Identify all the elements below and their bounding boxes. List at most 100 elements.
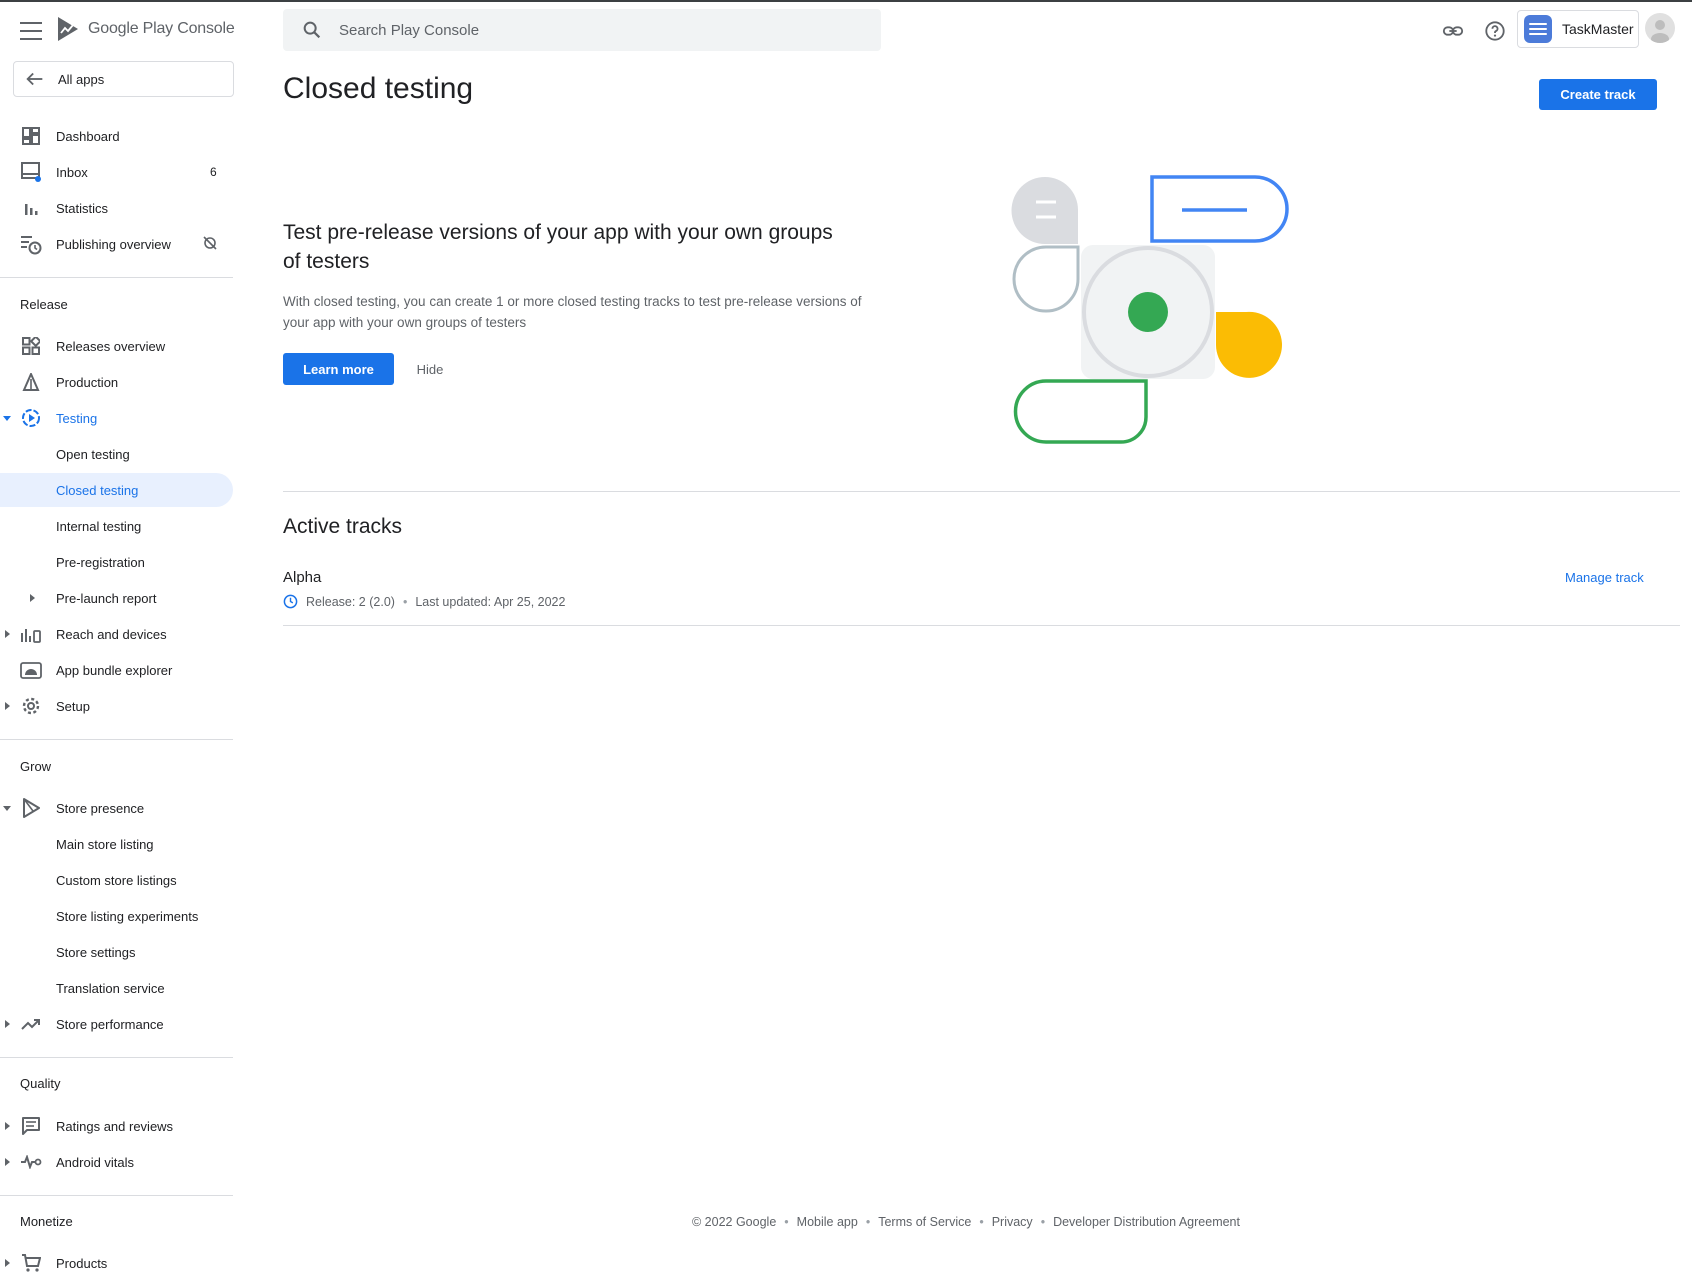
footer-separator: • <box>865 1215 871 1229</box>
all-apps-button[interactable]: All apps <box>13 61 234 97</box>
releases-overview-icon <box>20 335 42 357</box>
search-icon <box>303 21 321 39</box>
sidebar-item-pre-registration[interactable]: Pre-registration <box>0 545 233 579</box>
intro-heading: Test pre-release versions of your app wi… <box>283 221 833 273</box>
app-selector[interactable]: TaskMaster <box>1517 10 1639 48</box>
window-top-border <box>0 0 1692 2</box>
account-avatar-icon[interactable] <box>1645 13 1675 43</box>
footer-separator: • <box>1040 1215 1046 1229</box>
intro-description: With closed testing, you can create 1 or… <box>283 294 862 330</box>
section-heading-monetize: Monetize <box>20 1214 73 1229</box>
sidebar-divider <box>0 1195 233 1196</box>
footer-link-terms[interactable]: Terms of Service <box>878 1215 971 1229</box>
bar-chart-icon <box>20 197 42 219</box>
caret-down-icon <box>3 416 11 421</box>
sidebar-item-releases-overview[interactable]: Releases overview <box>0 329 233 363</box>
sidebar-item-android-vitals[interactable]: Android vitals <box>0 1145 233 1179</box>
sidebar-item-label: Dashboard <box>56 128 120 144</box>
app-name: TaskMaster <box>1562 21 1634 37</box>
sidebar-item-label: Android vitals <box>56 1154 135 1170</box>
section-heading-release: Release <box>20 297 68 312</box>
track-name: Alpha <box>283 569 322 586</box>
sidebar-item-label: Pre-registration <box>56 554 145 570</box>
caret-right-icon <box>5 1020 10 1028</box>
sidebar-item-store-performance[interactable]: Store performance <box>0 1007 233 1041</box>
learn-more-button[interactable]: Learn more <box>283 353 394 385</box>
play-console-logo[interactable]: Google Play Console <box>56 16 235 42</box>
sidebar-item-label: Pre-launch report <box>56 590 157 606</box>
sidebar-item-reach-and-devices[interactable]: Reach and devices <box>0 617 233 651</box>
track-last-updated: Last updated: Apr 25, 2022 <box>415 594 566 609</box>
footer-copyright: © 2022 Google <box>692 1215 777 1229</box>
sidebar-item-translation-service[interactable]: Translation service <box>0 971 233 1005</box>
sidebar-item-label: Closed testing <box>56 482 139 498</box>
menu-icon[interactable] <box>20 20 42 42</box>
sidebar-item-label: Store performance <box>56 1016 164 1032</box>
sidebar-item-store-settings[interactable]: Store settings <box>0 935 233 969</box>
link-icon[interactable] <box>1440 18 1466 44</box>
shopping-cart-icon <box>20 1252 42 1274</box>
create-track-button[interactable]: Create track <box>1539 79 1657 110</box>
manage-track-link[interactable]: Manage track <box>1565 570 1644 585</box>
sidebar-divider <box>0 1057 233 1058</box>
hide-button[interactable]: Hide <box>406 353 454 385</box>
inbox-icon <box>20 161 42 183</box>
search-input[interactable] <box>337 20 841 40</box>
sidebar-item-publishing-overview[interactable]: Publishing overview <box>0 227 233 261</box>
production-icon <box>20 371 42 393</box>
all-apps-label: All apps <box>58 71 105 87</box>
sidebar-item-label: App bundle explorer <box>56 662 173 678</box>
sidebar-item-label: Open testing <box>56 446 130 462</box>
sidebar-item-dashboard[interactable]: Dashboard <box>0 119 233 153</box>
play-store-icon <box>20 797 42 819</box>
reach-devices-icon <box>20 623 42 645</box>
track-release: Release: 2 (2.0) <box>306 594 395 609</box>
caret-right-icon <box>5 1158 10 1166</box>
footer-link-privacy[interactable]: Privacy <box>992 1215 1033 1229</box>
footer-link-mobile-app[interactable]: Mobile app <box>797 1215 858 1229</box>
sidebar-item-label: Statistics <box>56 200 109 216</box>
inbox-count-badge: 6 <box>210 165 217 179</box>
play-console-logo-icon <box>58 17 78 41</box>
sidebar-item-label: Main store listing <box>56 836 154 852</box>
sidebar-item-label: Custom store listings <box>56 872 177 888</box>
search-bar[interactable] <box>283 9 881 51</box>
sidebar-item-label: Ratings and reviews <box>56 1118 174 1134</box>
sidebar-item-statistics[interactable]: Statistics <box>0 191 233 225</box>
sidebar-item-ratings-and-reviews[interactable]: Ratings and reviews <box>0 1109 233 1143</box>
caret-right-icon <box>5 630 10 638</box>
sidebar-item-closed-testing[interactable]: Closed testing <box>0 473 233 507</box>
section-heading-quality: Quality <box>20 1076 61 1091</box>
sidebar-item-label: Translation service <box>56 980 165 996</box>
sidebar-item-store-presence[interactable]: Store presence <box>0 791 233 825</box>
sidebar-item-custom-store-listings[interactable]: Custom store listings <box>0 863 233 897</box>
sidebar-item-setup[interactable]: Setup <box>0 689 233 723</box>
sidebar-item-internal-testing[interactable]: Internal testing <box>0 509 233 543</box>
sidebar-item-app-bundle-explorer[interactable]: App bundle explorer <box>0 653 233 687</box>
dashboard-icon <box>20 125 42 147</box>
sidebar-item-production[interactable]: Production <box>0 365 233 399</box>
sidebar-item-testing[interactable]: Testing <box>0 401 233 435</box>
sidebar-item-pre-launch-report[interactable]: Pre-launch report <box>0 581 233 615</box>
footer-separator: • <box>979 1215 984 1229</box>
help-icon[interactable] <box>1482 18 1508 44</box>
sidebar-item-products[interactable]: Products <box>0 1246 233 1280</box>
caret-right-icon <box>30 594 35 602</box>
sidebar-item-main-store-listing[interactable]: Main store listing <box>0 827 233 861</box>
sidebar-item-label: Setup <box>56 698 90 714</box>
meta-separator: • <box>402 594 408 609</box>
managed-publishing-off-icon <box>203 235 217 253</box>
sidebar-item-open-testing[interactable]: Open testing <box>0 437 233 471</box>
sidebar-item-label: Inbox <box>56 164 88 180</box>
footer-link-dda[interactable]: Developer Distribution Agreement <box>1053 1215 1240 1229</box>
gear-icon <box>20 695 42 717</box>
sidebar-item-label: Releases overview <box>56 338 166 354</box>
taskmaster-app-icon <box>1524 15 1552 43</box>
track-divider <box>283 625 1680 626</box>
sidebar-divider <box>0 739 233 740</box>
sidebar-item-label: Reach and devices <box>56 626 167 642</box>
sidebar-item-store-listing-experiments[interactable]: Store listing experiments <box>0 899 233 933</box>
sidebar-item-inbox[interactable]: Inbox 6 <box>0 155 233 189</box>
reviews-icon <box>20 1115 42 1137</box>
arrow-back-icon <box>26 72 43 86</box>
